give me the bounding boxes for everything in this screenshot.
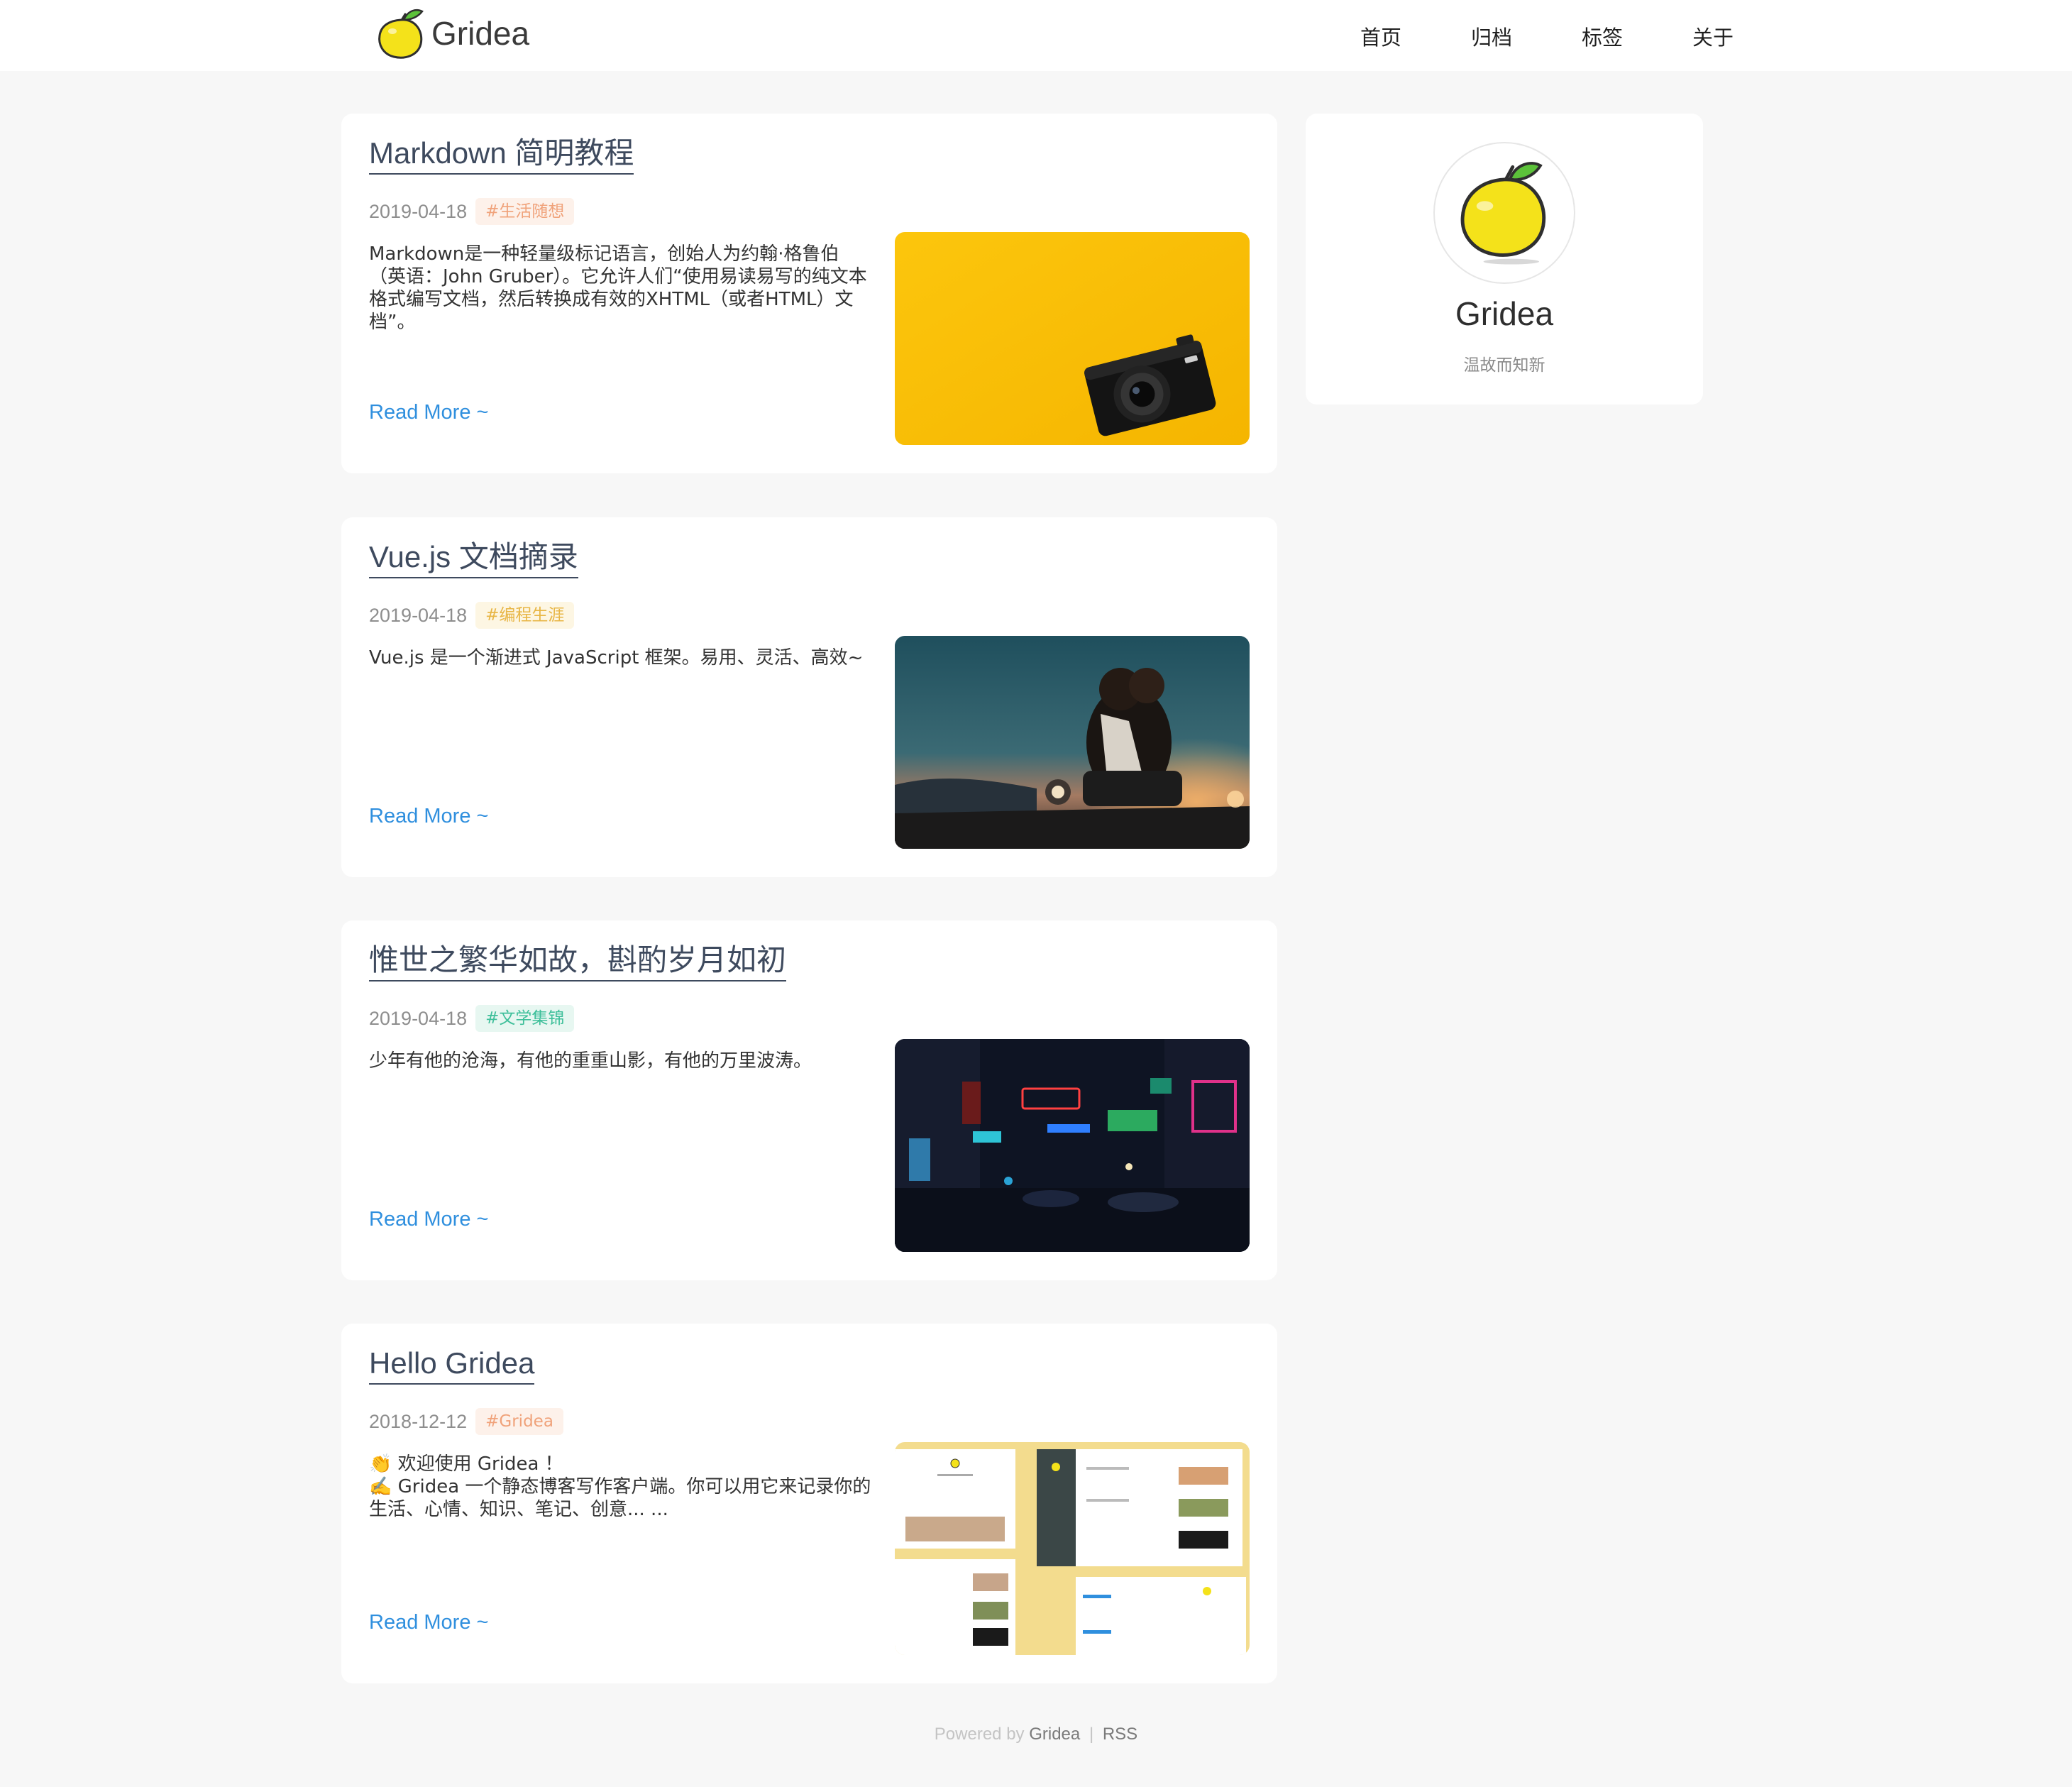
camera-on-yellow-image[interactable]: [895, 232, 1250, 445]
post-title[interactable]: Markdown 简明教程: [369, 135, 634, 175]
post-tag[interactable]: #Gridea: [475, 1408, 563, 1435]
post-abstract: Markdown是一种轻量级标记语言，创始人为约翰·格鲁伯（英语：John Gr…: [369, 243, 873, 334]
post-title[interactable]: Hello Gridea: [369, 1345, 535, 1385]
post-abstract: Vue.js 是一个渐进式 JavaScript 框架。易用、灵活、高效~: [369, 647, 873, 669]
profile-description: 温故而知新: [1463, 356, 1545, 375]
nav-about-link[interactable]: 关于: [1692, 21, 1734, 51]
post-date: 2018-12-12: [369, 1410, 468, 1432]
post-meta: 2019-04-18 #编程生涯: [369, 601, 575, 629]
gridea-link[interactable]: Gridea: [1029, 1725, 1080, 1744]
abstract-line: ✍️ Gridea 一个静态博客写作客户端。你可以用它来记录你的生活、心情、知识…: [369, 1476, 871, 1520]
post-abstract: 少年有他的沧海，有他的重重山影，有他的万里波涛。: [369, 1050, 873, 1072]
nav-tags-link[interactable]: 标签: [1582, 21, 1623, 51]
abstract-line: 少年有他的沧海，有他的重重山影，有他的万里波涛。: [369, 1050, 812, 1072]
abstract-line: Markdown是一种轻量级标记语言，创始人为约翰·格鲁伯（英语：John Gr…: [369, 243, 867, 333]
read-more-link[interactable]: Read More ~: [369, 805, 488, 828]
nav-home-link[interactable]: 首页: [1360, 21, 1401, 51]
post-card: Hello Gridea 2018-12-12 #Gridea 👏 欢迎使用 G…: [341, 1324, 1277, 1683]
post-meta: 2018-12-12 #Gridea: [369, 1407, 563, 1436]
post-meta: 2019-04-18 #文学集锦: [369, 1004, 575, 1033]
night-street-image[interactable]: [895, 1039, 1250, 1252]
powered-by-text: Powered by: [934, 1725, 1025, 1744]
abstract-line: Vue.js 是一个渐进式 JavaScript 框架。易用、灵活、高效~: [369, 647, 864, 669]
post-date: 2019-04-18: [369, 604, 468, 626]
motorcycle-dusk-image[interactable]: [895, 636, 1250, 849]
post-tag[interactable]: #生活随想: [475, 198, 575, 225]
post-card: Markdown 简明教程 2019-04-18 #生活随想 Markdown是…: [341, 114, 1277, 473]
post-card: 惟世之繁华如故，斟酌岁月如初 2019-04-18 #文学集锦 少年有他的沧海，…: [341, 920, 1277, 1280]
read-more-link[interactable]: Read More ~: [369, 401, 488, 424]
read-more-link[interactable]: Read More ~: [369, 1611, 488, 1634]
main-nav: 首页 归档 标签 关于: [0, 21, 2072, 50]
profile-card: Gridea 温故而知新: [1306, 114, 1703, 405]
rss-link[interactable]: RSS: [1103, 1725, 1137, 1744]
nav-archive-link[interactable]: 归档: [1471, 21, 1512, 51]
lemon-icon: [1433, 142, 1575, 284]
post-tag[interactable]: #编程生涯: [475, 602, 575, 629]
post-title[interactable]: Vue.js 文档摘录: [369, 539, 578, 578]
site-header: Gridea 首页 归档 标签 关于: [0, 0, 2072, 71]
site-footer: Powered by Gridea | RSS: [0, 1725, 2072, 1744]
post-title[interactable]: 惟世之繁华如故，斟酌岁月如初: [369, 942, 787, 982]
footer-separator: |: [1089, 1725, 1094, 1744]
post-date: 2019-04-18: [369, 200, 468, 222]
post-date: 2019-04-18: [369, 1007, 468, 1029]
post-tag[interactable]: #文学集锦: [475, 1005, 575, 1032]
read-more-link[interactable]: Read More ~: [369, 1208, 488, 1231]
profile-name: Gridea: [1455, 295, 1554, 332]
gridea-screenshots-image[interactable]: [895, 1442, 1250, 1655]
post-abstract: 👏 欢迎使用 Gridea ！ ✍️ Gridea 一个静态博客写作客户端。你可…: [369, 1453, 873, 1521]
abstract-line: 👏 欢迎使用 Gridea ！: [369, 1453, 563, 1475]
post-meta: 2019-04-18 #生活随想: [369, 197, 575, 226]
post-card: Vue.js 文档摘录 2019-04-18 #编程生涯 Vue.js 是一个渐…: [341, 517, 1277, 877]
